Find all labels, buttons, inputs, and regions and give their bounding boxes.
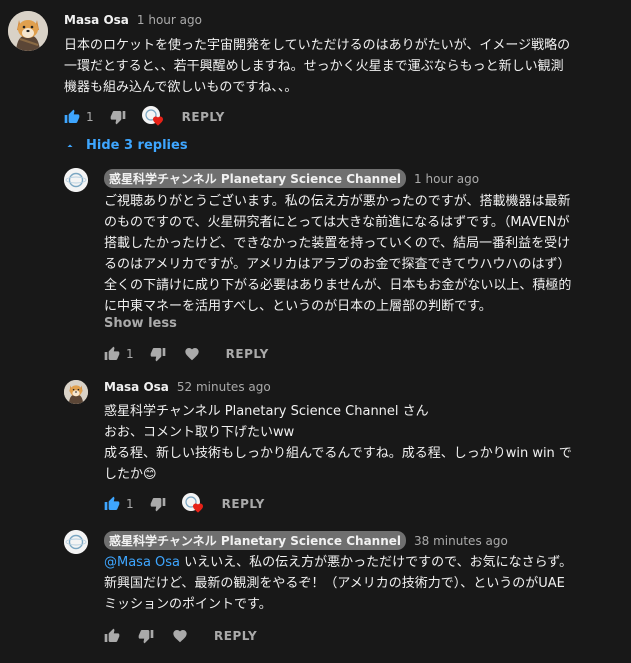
thumbs-up-icon — [104, 346, 120, 360]
comment-line: 一環だとすると、、若干興醒めしますね。せっかく火星まで運ぶならもっと新しい観測 — [64, 59, 564, 74]
reply-line: ご視聴ありがとうございます。私の伝え方が悪かったのですが、搭載機器は最新 — [104, 194, 571, 209]
reply-actions: 1 REPLY — [104, 492, 265, 516]
reply-line: に中東マネーを活用すべし、というのが日本の上層部の判断です。 — [104, 299, 492, 314]
reply-text: @Masa Osa いえいえ、私の伝え方が悪かっただけですので、お気になさらず。… — [104, 552, 624, 615]
reply-header: 惑星科学チャンネル Planetary Science Channel 1 ho… — [104, 169, 479, 188]
channel-avatar-icon — [64, 530, 88, 554]
like-count: 1 — [86, 110, 94, 124]
comment-text: 日本のロケットを使った宇宙開発をしていただけるのはありがたいが、イメージ戦略の … — [64, 35, 624, 98]
reply-line: おお、コメント取り下げたいww — [104, 425, 295, 440]
comment-header: Masa Osa 1 hour ago — [64, 13, 202, 27]
heart-button[interactable] — [172, 628, 188, 644]
channel-avatar-icon — [64, 168, 88, 192]
comment-time[interactable]: 1 hour ago — [137, 13, 202, 27]
show-less-button[interactable]: Show less — [104, 316, 177, 331]
shiba-dog-avatar-icon — [8, 11, 48, 51]
dislike-button[interactable] — [138, 628, 154, 644]
avatar[interactable] — [8, 11, 48, 51]
reply-author[interactable]: Masa Osa — [104, 380, 169, 394]
dislike-button[interactable] — [150, 496, 166, 512]
comment-line: 機器も組み込んで欲しいものですね、、。 — [64, 80, 298, 95]
creator-heart-badge — [181, 493, 204, 515]
reply-line: 搭載したかったけど、できなかった装置を持っていくので、結局一番利益を受け — [104, 236, 571, 251]
like-button[interactable] — [104, 628, 120, 644]
thumbs-down-icon — [150, 348, 165, 362]
heart-button[interactable] — [184, 346, 200, 362]
chevron-up-icon — [67, 144, 73, 147]
reply-time[interactable]: 52 minutes ago — [177, 380, 271, 394]
hide-replies-label: Hide 3 replies — [86, 138, 188, 153]
avatar[interactable] — [64, 168, 88, 192]
reply-button[interactable]: REPLY — [226, 347, 269, 361]
comment-line: 日本のロケットを使った宇宙開発をしていただけるのはありがたいが、イメージ戦略の — [64, 38, 571, 53]
comment-actions: 1 REPLY — [64, 105, 225, 129]
thumbs-down-icon — [138, 630, 154, 644]
reply-time[interactable]: 1 hour ago — [414, 172, 479, 186]
reply-button[interactable]: REPLY — [214, 629, 257, 643]
dislike-button[interactable] — [110, 109, 126, 125]
reply-line: のものですので、火星研究者にとっては大きな前進になるはずです。（MAVENが — [104, 215, 570, 230]
reply-text: ご視聴ありがとうございます。私の伝え方が悪かったのですが、搭載機器は最新 のもの… — [104, 191, 624, 317]
avatar[interactable] — [64, 380, 88, 404]
comment-author[interactable]: Masa Osa — [64, 13, 129, 27]
reply-line: 成る程、新しい技術もしっかり組んでるんですね。成る程、しっかりwin win で — [104, 446, 572, 461]
thumbs-up-icon — [104, 496, 120, 510]
reply-header: 惑星科学チャンネル Planetary Science Channel 38 m… — [104, 531, 508, 550]
reply-line: したか😊 — [104, 467, 157, 482]
mention-link[interactable]: @Masa Osa — [104, 555, 180, 570]
thumbs-up-icon — [64, 109, 80, 123]
heart-icon — [152, 116, 163, 126]
like-count: 1 — [126, 347, 134, 361]
like-button[interactable] — [104, 346, 120, 362]
thumbs-up-icon — [104, 628, 120, 642]
reply-line: ミッションのポイントです。 — [104, 597, 272, 612]
avatar[interactable] — [64, 530, 88, 554]
reply-line: 全くの下請けに成り下がる必要はありませんが、日本もお金がない以上、積極的 — [104, 278, 572, 293]
reply-line: @Masa Osa いえいえ、私の伝え方が悪かっただけですので、お気になさらず。 — [104, 552, 624, 573]
reply-actions: 1 REPLY — [104, 342, 269, 366]
like-count: 1 — [126, 497, 134, 511]
like-button[interactable] — [64, 109, 80, 125]
reply-line: るのはアメリカですが。アメリカはアラブのお金で探査できてウハウハのはず） — [104, 257, 571, 272]
heart-icon — [173, 630, 187, 643]
thumbs-down-icon — [150, 498, 165, 512]
creator-heart-badge — [141, 106, 164, 128]
reply-author-badge[interactable]: 惑星科学チャンネル Planetary Science Channel — [104, 169, 407, 188]
reply-line: 惑星科学チャンネル Planetary Science Channel さん — [104, 404, 429, 419]
thumbs-down-icon — [110, 111, 125, 125]
reply-time[interactable]: 38 minutes ago — [414, 534, 508, 548]
reply-line: 新興国だけど、最新の観測をやるぞ！（アメリカの技術力で）、というのがUAE — [104, 576, 565, 591]
reply-author-badge[interactable]: 惑星科学チャンネル Planetary Science Channel — [104, 531, 407, 550]
reply-line-rest: いえいえ、私の伝え方が悪かっただけですので、お気になさらず。 — [180, 555, 573, 570]
dislike-button[interactable] — [150, 346, 166, 362]
reply-button[interactable]: REPLY — [182, 110, 225, 124]
reply-header: Masa Osa 52 minutes ago — [104, 380, 271, 394]
hide-replies-button[interactable]: Hide 3 replies — [64, 138, 188, 153]
like-button[interactable] — [104, 496, 120, 512]
heart-icon — [184, 348, 199, 361]
shiba-dog-avatar-icon — [64, 380, 88, 404]
heart-icon — [192, 503, 203, 513]
reply-text: 惑星科学チャンネル Planetary Science Channel さん お… — [104, 401, 624, 485]
reply-actions: REPLY — [104, 624, 257, 648]
reply-button[interactable]: REPLY — [222, 497, 265, 511]
